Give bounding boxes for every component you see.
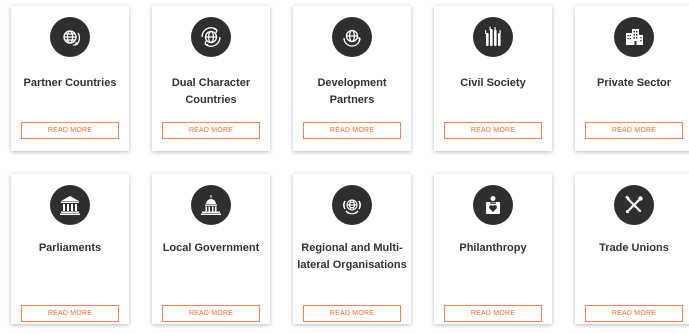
card-title: Regional and Multi-lateral Organisations [297, 242, 407, 271]
read-more-button[interactable]: READ MORE [303, 305, 401, 322]
card-title: Trade Unions [599, 242, 669, 254]
parliament-building-icon [50, 185, 90, 225]
card-title: Philanthropy [459, 242, 527, 254]
read-more-button[interactable]: READ MORE [162, 305, 260, 322]
read-more-button[interactable]: READ MORE [303, 122, 401, 139]
card-parliaments: Parliaments READ MORE [11, 174, 129, 324]
un-emblem-icon [332, 185, 372, 225]
card-partner-countries: Partner Countries READ MORE [11, 6, 129, 151]
card-title: Local Government [162, 242, 260, 254]
card-title: Civil Society [460, 77, 526, 89]
globe-cycle-icon [191, 17, 231, 57]
card-dual-character-countries: Dual Character Countries READ MORE [152, 6, 270, 151]
read-more-button[interactable]: READ MORE [162, 122, 260, 139]
card-private-sector: Private Sector READ MORE [575, 6, 689, 151]
read-more-button[interactable]: READ MORE [585, 122, 683, 139]
globe-refresh-icon [50, 17, 90, 57]
crossed-tools-icon [614, 185, 654, 225]
card-regional-multilateral-organisations: Regional and Multi-lateral Organisations… [293, 174, 411, 324]
card-philanthropy: Philanthropy READ MORE [434, 174, 552, 324]
card-title: Private Sector [597, 77, 671, 89]
globe-arrow-icon [332, 17, 372, 57]
raised-hands-icon [473, 17, 513, 57]
card-civil-society: Civil Society READ MORE [434, 6, 552, 151]
card-title: Partner Countries [23, 77, 117, 89]
read-more-button[interactable]: READ MORE [21, 305, 119, 322]
capitol-dome-icon [191, 185, 231, 225]
card-development-partners: Development Partners READ MORE [293, 6, 411, 151]
donation-box-icon [473, 185, 513, 225]
buildings-icon [614, 17, 654, 57]
card-title: Parliaments [38, 242, 102, 254]
read-more-button[interactable]: READ MORE [21, 122, 119, 139]
card-title: Development Partners [317, 77, 387, 106]
card-trade-unions: Trade Unions READ MORE [575, 174, 689, 324]
read-more-button[interactable]: READ MORE [585, 305, 683, 322]
read-more-button[interactable]: READ MORE [444, 305, 542, 322]
card-title: Dual Character Countries [171, 77, 251, 106]
card-local-government: Local Government READ MORE [152, 174, 270, 324]
read-more-button[interactable]: READ MORE [444, 122, 542, 139]
